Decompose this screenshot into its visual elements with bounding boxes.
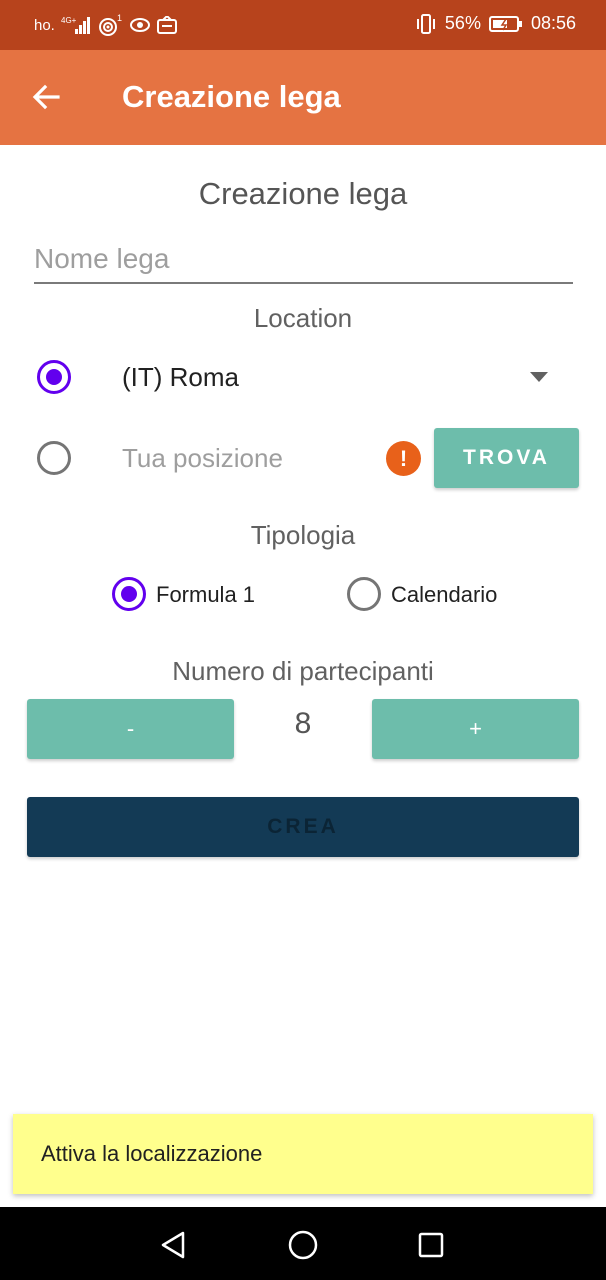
battery-percent: 56% [444, 13, 481, 33]
back-button[interactable] [26, 77, 66, 117]
status-left: ho. 4G+ 1 [34, 14, 177, 36]
nav-back-icon[interactable] [155, 1227, 191, 1263]
participants-label: Numero di partecipanti [172, 656, 434, 686]
navigation-bar [0, 1207, 606, 1280]
wifi-icon: 1 [97, 14, 123, 36]
warning-icon[interactable]: ! [386, 441, 421, 476]
nav-recents-icon[interactable] [413, 1227, 449, 1263]
radio-city[interactable] [37, 360, 71, 394]
nav-home-icon[interactable] [285, 1227, 321, 1263]
wifi-badge: 1 [117, 14, 122, 23]
current-position-label: Tua posizione [122, 443, 283, 473]
carrier-label: ho. [34, 16, 55, 34]
battery-icon [488, 15, 523, 33]
radio-current-position[interactable] [37, 441, 71, 475]
dropdown-arrow-icon[interactable] [524, 366, 554, 388]
participants-value: 8 [294, 707, 312, 740]
calendario-label[interactable]: Calendario [391, 582, 497, 608]
app-bar-title: Creazione lega [122, 79, 341, 114]
snackbar: Attiva la localizzazione [13, 1114, 593, 1194]
increase-button[interactable]: + [372, 699, 579, 759]
status-bar: ho. 4G+ 1 56% 08:56 [0, 0, 606, 50]
find-location-button[interactable]: TROVA [434, 428, 579, 488]
arrow-left-icon [32, 84, 60, 110]
snackbar-message: Attiva la localizzazione [41, 1141, 263, 1166]
status-right: 56% 08:56 [415, 13, 576, 34]
clock: 08:56 [530, 13, 576, 33]
page-title: Creazione lega [198, 176, 408, 211]
app-bar: Creazione lega [0, 50, 606, 145]
league-name-input[interactable] [34, 236, 573, 284]
type-label: Tipologia [250, 520, 356, 550]
location-label: Location [253, 303, 353, 333]
eye-icon [129, 17, 151, 33]
signal-icon: 4G+ [61, 15, 91, 35]
create-button[interactable]: CREA [27, 797, 579, 857]
radio-calendario[interactable] [347, 577, 381, 611]
city-dropdown-value[interactable]: (IT) Roma [122, 362, 239, 393]
vibrate-icon [415, 13, 437, 34]
radio-formula1[interactable] [112, 577, 146, 611]
message-icon [156, 16, 177, 34]
network-type: 4G+ [61, 16, 77, 25]
decrease-button[interactable]: - [27, 699, 234, 759]
formula1-label[interactable]: Formula 1 [156, 582, 255, 608]
